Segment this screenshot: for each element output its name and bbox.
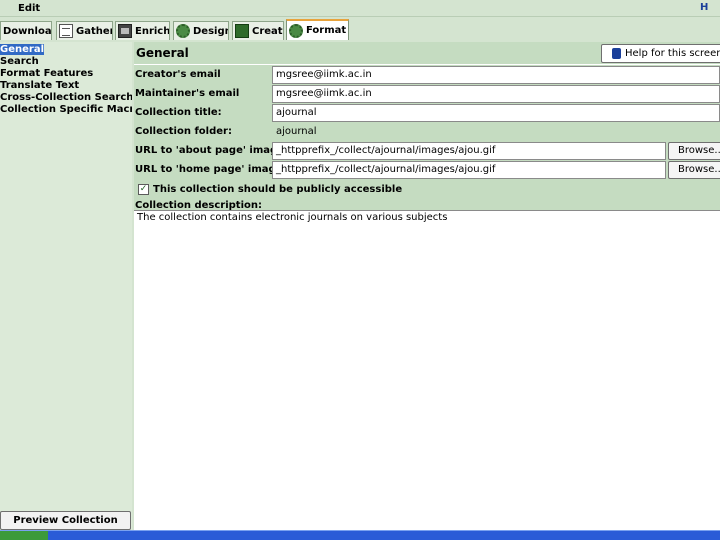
create-icon: [235, 24, 249, 38]
home-image-url-field[interactable]: _httpprefix_/collect/ajournal/images/ajo…: [272, 161, 666, 179]
sidebar-item-search[interactable]: Search: [0, 56, 132, 68]
public-access-row: ✓ This collection should be publicly acc…: [138, 182, 402, 196]
collection-title-label: Collection title:: [135, 107, 222, 118]
design-gear-icon: [176, 24, 190, 38]
sidebar-list: General Search Format Features Translate…: [0, 42, 132, 116]
page-title: General: [136, 46, 189, 60]
sidebar-item-label: Search: [0, 56, 39, 67]
sidebar-item-format-features[interactable]: Format Features: [0, 68, 132, 80]
help-book-icon: [612, 48, 621, 59]
tab-strip: Download Gather Enrich Design Create For…: [0, 19, 720, 41]
format-sidebar: General Search Format Features Translate…: [0, 42, 132, 530]
home-image-browse-button[interactable]: Browse...: [668, 161, 720, 179]
menu-edit[interactable]: Edit: [18, 3, 40, 14]
home-image-label: URL to 'home page' image:: [135, 164, 287, 175]
creator-email-field[interactable]: mgsree@iimk.ac.in: [272, 66, 720, 84]
tab-download[interactable]: Download: [0, 21, 52, 40]
tab-create-label: Create: [252, 25, 283, 37]
tab-enrich-label: Enrich: [135, 25, 170, 37]
enrich-icon: [118, 24, 132, 38]
maintainer-email-field[interactable]: mgsree@iimk.ac.in: [272, 85, 720, 103]
collection-folder-value: ajournal: [272, 123, 720, 141]
tab-format[interactable]: Format: [286, 19, 349, 40]
help-button-label: Help for this screen: [625, 48, 720, 59]
sidebar-item-label: Collection Specific Macros: [0, 104, 132, 115]
help-menu-label: H: [700, 2, 709, 13]
description-textarea[interactable]: The collection contains electronic journ…: [134, 210, 720, 530]
home-image-row: URL to 'home page' image: _httpprefix_/c…: [134, 161, 720, 180]
tab-enrich[interactable]: Enrich: [115, 21, 170, 40]
maintainer-email-label: Maintainer's email: [135, 88, 240, 99]
about-image-row: URL to 'about page' image: _httpprefix_/…: [134, 142, 720, 161]
collection-folder-row: Collection folder: ajournal: [134, 123, 720, 142]
sidebar-item-translate-text[interactable]: Translate Text: [0, 80, 132, 92]
creator-email-row: Creator's email mgsree@iimk.ac.in: [134, 66, 720, 85]
about-image-label: URL to 'about page' image:: [135, 145, 288, 156]
tab-format-label: Format: [306, 25, 347, 36]
help-button[interactable]: Help for this screen: [601, 44, 720, 63]
public-access-checkbox[interactable]: ✓: [138, 183, 149, 195]
sidebar-item-general[interactable]: General: [0, 44, 132, 56]
preview-collection-button[interactable]: Preview Collection: [0, 511, 131, 530]
collection-title-row: Collection title: ajournal: [134, 104, 720, 123]
public-access-label: This collection should be publicly acces…: [153, 183, 403, 195]
sidebar-item-label: Translate Text: [0, 80, 80, 91]
sidebar-item-label: Cross-Collection Search: [0, 92, 132, 103]
sidebar-item-label: Format Features: [0, 68, 94, 79]
general-settings-panel: General Help for this screen Creator's e…: [134, 42, 720, 530]
tab-gather[interactable]: Gather: [56, 21, 113, 40]
about-image-url-field[interactable]: _httpprefix_/collect/ajournal/images/ajo…: [272, 142, 666, 160]
header-divider: [134, 64, 720, 65]
collection-title-field[interactable]: ajournal: [272, 104, 720, 122]
tab-create[interactable]: Create: [232, 21, 284, 40]
help-menu-icon[interactable]: H: [700, 2, 720, 15]
sidebar-item-collection-specific-macros[interactable]: Collection Specific Macros: [0, 104, 132, 116]
creator-email-label: Creator's email: [135, 69, 221, 80]
tab-design-label: Design: [193, 25, 229, 37]
format-gear-icon: [289, 23, 303, 38]
maintainer-email-row: Maintainer's email mgsree@iimk.ac.in: [134, 85, 720, 104]
tab-download-label: Download: [3, 25, 52, 37]
tab-design[interactable]: Design: [173, 21, 229, 40]
gather-icon: [59, 24, 73, 38]
collection-folder-label: Collection folder:: [135, 126, 232, 137]
menu-bar: Edit H: [0, 0, 720, 17]
about-image-browse-button[interactable]: Browse...: [668, 142, 720, 160]
sidebar-item-label: General: [0, 44, 44, 55]
tab-gather-label: Gather: [76, 25, 113, 37]
start-button[interactable]: [0, 531, 48, 540]
sidebar-item-cross-collection-search[interactable]: Cross-Collection Search: [0, 92, 132, 104]
taskbar: [0, 530, 720, 540]
